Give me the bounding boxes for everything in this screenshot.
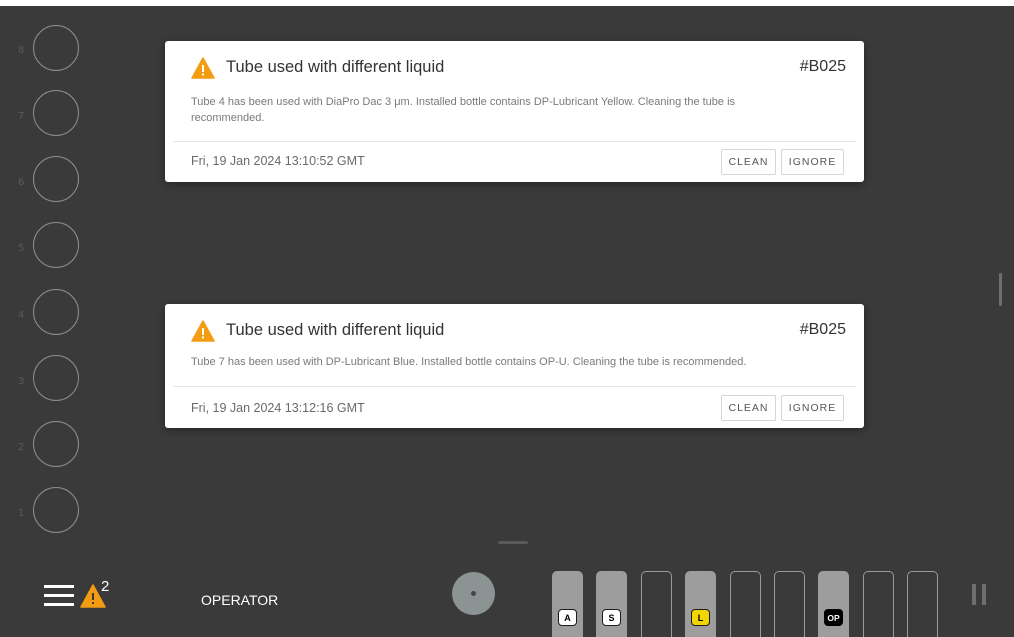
- notification-code: #B025: [799, 58, 846, 75]
- notification-card: Tube used with different liquid #B025 Tu…: [165, 41, 864, 182]
- user-role-label: OPERATOR: [201, 592, 279, 608]
- bottle-chip: A: [558, 609, 577, 626]
- tube-number: 4: [18, 310, 25, 321]
- notification-code: #B025: [799, 321, 846, 338]
- clean-button[interactable]: CLEAN: [721, 149, 776, 175]
- clean-button[interactable]: CLEAN: [721, 395, 776, 421]
- notification-title: Tube used with different liquid: [226, 321, 445, 339]
- tube-number: 6: [18, 177, 25, 188]
- notification-message: Tube 7 has been used with DP-Lubricant B…: [191, 356, 747, 368]
- bottle-slot-l[interactable]: L: [685, 571, 716, 637]
- bottle-slot-empty[interactable]: [863, 571, 894, 637]
- bottle-slot-a[interactable]: A: [552, 571, 583, 637]
- bottle-chip: S: [602, 609, 621, 626]
- tube-ring-8[interactable]: [33, 25, 79, 71]
- alert-count-badge: 2: [101, 578, 110, 595]
- bottle-slot-empty[interactable]: [641, 571, 672, 637]
- notification-header: Tube used with different liquid #B025: [191, 318, 846, 344]
- notification-header: Tube used with different liquid #B025: [191, 55, 846, 81]
- bottom-bar: [0, 560, 1014, 637]
- bottle-slot-empty[interactable]: [907, 571, 938, 637]
- notification-title: Tube used with different liquid: [226, 58, 445, 76]
- tube-number: 2: [18, 442, 25, 453]
- bottle-slot-s[interactable]: S: [596, 571, 627, 637]
- tube-ring-4[interactable]: [33, 289, 79, 335]
- hamburger-menu-icon[interactable]: [44, 585, 74, 607]
- divider: [173, 386, 856, 387]
- tube-number: 5: [18, 243, 25, 254]
- tube-number: 1: [18, 508, 25, 519]
- scroll-handle[interactable]: [999, 273, 1002, 306]
- notification-timestamp: Fri, 19 Jan 2024 13:12:16 GMT: [191, 401, 365, 415]
- notification-card: Tube used with different liquid #B025 Tu…: [165, 304, 864, 428]
- drawer-drag-handle[interactable]: [498, 541, 528, 544]
- tube-ring-3[interactable]: [33, 355, 79, 401]
- carousel-button[interactable]: [452, 572, 495, 615]
- bottle-slot-empty[interactable]: [774, 571, 805, 637]
- bottle-chip: L: [691, 609, 710, 626]
- notification-message: Tube 4 has been used with DiaPro Dac 3 μ…: [191, 96, 736, 124]
- divider: [173, 141, 856, 142]
- bottle-slot-empty[interactable]: [730, 571, 761, 637]
- tube-number: 8: [18, 45, 25, 56]
- notification-timestamp: Fri, 19 Jan 2024 13:10:52 GMT: [191, 154, 365, 168]
- warning-icon: [191, 57, 215, 79]
- tube-ring-1[interactable]: [33, 487, 79, 533]
- bottle-chip: OP: [824, 609, 843, 626]
- tube-ring-5[interactable]: [33, 222, 79, 268]
- ignore-button[interactable]: IGNORE: [781, 149, 844, 175]
- tube-ring-2[interactable]: [33, 421, 79, 467]
- tube-ring-6[interactable]: [33, 156, 79, 202]
- tube-number: 7: [18, 111, 25, 122]
- tube-number: 3: [18, 376, 25, 387]
- tube-ring-7[interactable]: [33, 90, 79, 136]
- top-edge-strip: [0, 0, 1014, 6]
- pause-icon[interactable]: [972, 584, 988, 605]
- bottle-slot-op[interactable]: OP: [818, 571, 849, 637]
- ignore-button[interactable]: IGNORE: [781, 395, 844, 421]
- warning-icon: [191, 320, 215, 342]
